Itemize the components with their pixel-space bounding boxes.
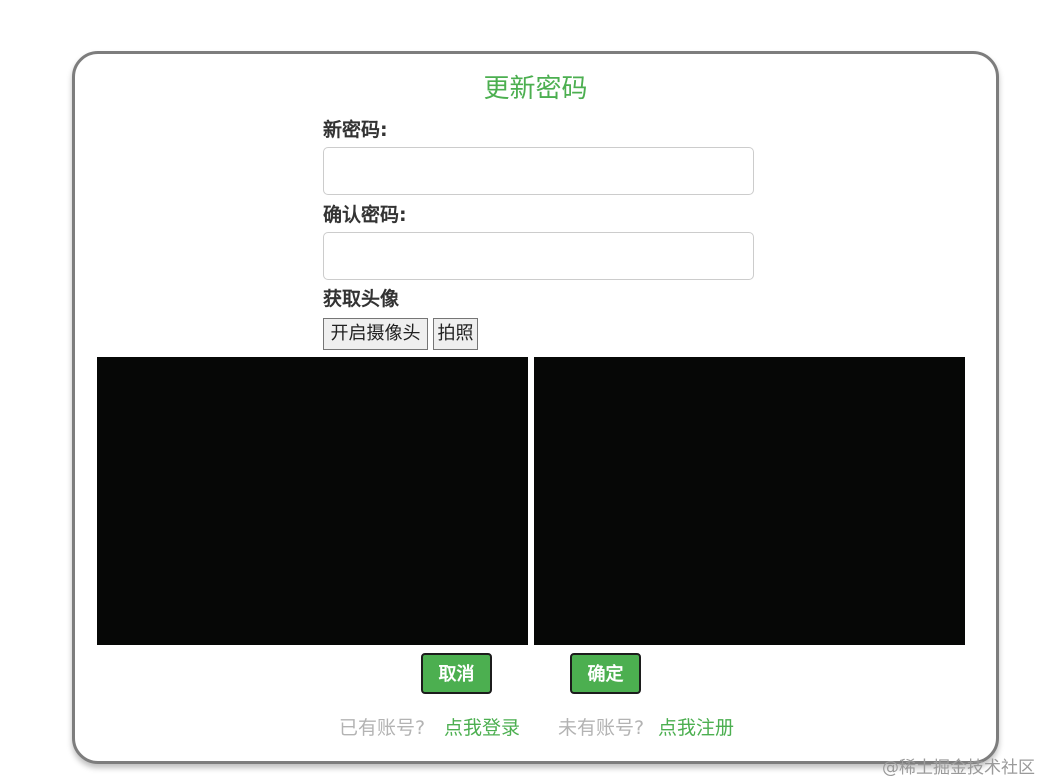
register-link[interactable]: 点我注册 — [658, 713, 734, 740]
watermark: @稀土掘金技术社区 — [882, 758, 1035, 778]
page-title: 更新密码 — [483, 74, 588, 104]
avatar-label: 获取头像 — [323, 288, 400, 310]
login-link[interactable]: 点我登录 — [444, 713, 520, 740]
confirm-password-input[interactable] — [323, 232, 754, 280]
no-account-text: 未有账号? — [558, 717, 645, 739]
captured-photo-canvas — [534, 357, 965, 645]
cancel-button[interactable]: 取消 — [421, 653, 492, 694]
confirm-button[interactable]: 确定 — [570, 653, 641, 694]
capture-photo-button[interactable]: 拍照 — [433, 318, 478, 350]
new-password-input[interactable] — [323, 147, 754, 195]
confirm-password-label: 确认密码: — [323, 204, 407, 226]
has-account-text: 已有账号? — [339, 717, 426, 739]
open-camera-button[interactable]: 开启摄像头 — [323, 318, 428, 350]
update-password-card: 更新密码 新密码: 确认密码: 获取头像 开启摄像头 拍照 取消 确定 已有账号… — [72, 51, 999, 764]
camera-video-preview — [97, 357, 528, 645]
new-password-label: 新密码: — [323, 119, 388, 141]
